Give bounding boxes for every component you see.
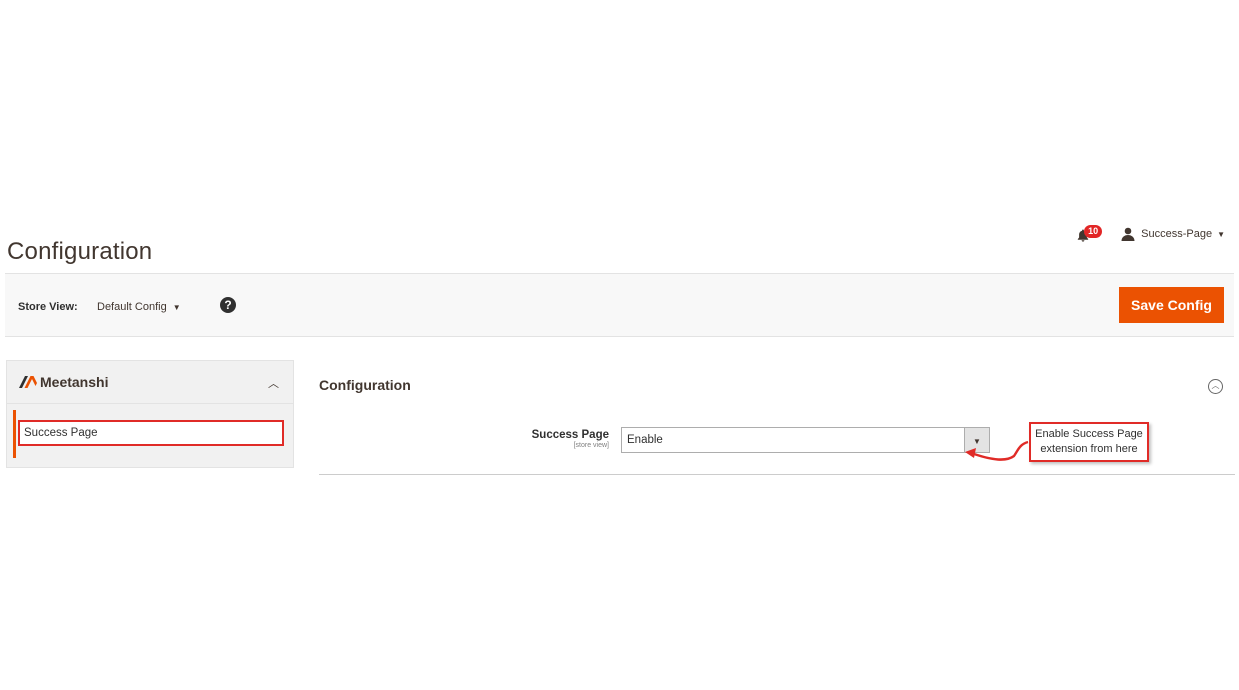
success-page-select-value[interactable]: Enable [627, 434, 663, 446]
meetanshi-logo-icon [19, 376, 37, 388]
annotation-line-2: extension from here [1040, 443, 1138, 455]
save-config-button[interactable]: Save Config [1119, 287, 1224, 323]
header-actions: 10 Success-Page ▼ [1075, 224, 1225, 244]
store-switcher-toolbar: Store View: Default Config ▼ ? Save Conf… [5, 273, 1234, 337]
store-view-dropdown[interactable]: Default Config ▼ [97, 301, 181, 313]
success-page-select[interactable]: Enable ▼ [621, 427, 990, 453]
section-divider [319, 474, 1235, 475]
chevron-up-icon[interactable]: ︿ [268, 375, 279, 391]
section-title[interactable]: Configuration [319, 377, 411, 393]
user-icon[interactable] [1121, 227, 1135, 241]
store-view-label: Store View: [18, 301, 78, 313]
callout-arrow-icon [965, 440, 1029, 461]
notifications-button[interactable]: 10 [1075, 224, 1103, 244]
sidebar-item-success-page[interactable]: Success Page [18, 420, 284, 446]
field-label: Success Page [store view] [532, 429, 609, 449]
annotation-line-1: Enable Success Page [1035, 428, 1143, 440]
store-view-value[interactable]: Default Config [97, 301, 167, 313]
annotation-callout: Enable Success Page extension from here [1029, 422, 1149, 462]
notification-count-badge: 10 [1084, 225, 1103, 238]
config-sidebar: Meetanshi ︿ Success Page [6, 360, 294, 468]
sidebar-brand-name: Meetanshi [40, 374, 109, 390]
sidebar-tab-meetanshi[interactable]: Meetanshi ︿ [6, 360, 294, 404]
user-menu-caret-icon[interactable]: ▼ [1217, 230, 1225, 239]
help-icon[interactable]: ? [220, 297, 236, 313]
chevron-down-icon[interactable]: ▼ [173, 303, 181, 312]
scope-label: [store view] [573, 442, 609, 449]
user-menu-name[interactable]: Success-Page [1141, 228, 1212, 240]
sidebar-section-body: Success Page [6, 404, 294, 468]
page-title: Configuration [7, 238, 153, 266]
success-page-label: Success Page [531, 429, 609, 441]
active-item-indicator [13, 410, 16, 458]
collapse-icon[interactable]: ︿ [1208, 379, 1223, 394]
